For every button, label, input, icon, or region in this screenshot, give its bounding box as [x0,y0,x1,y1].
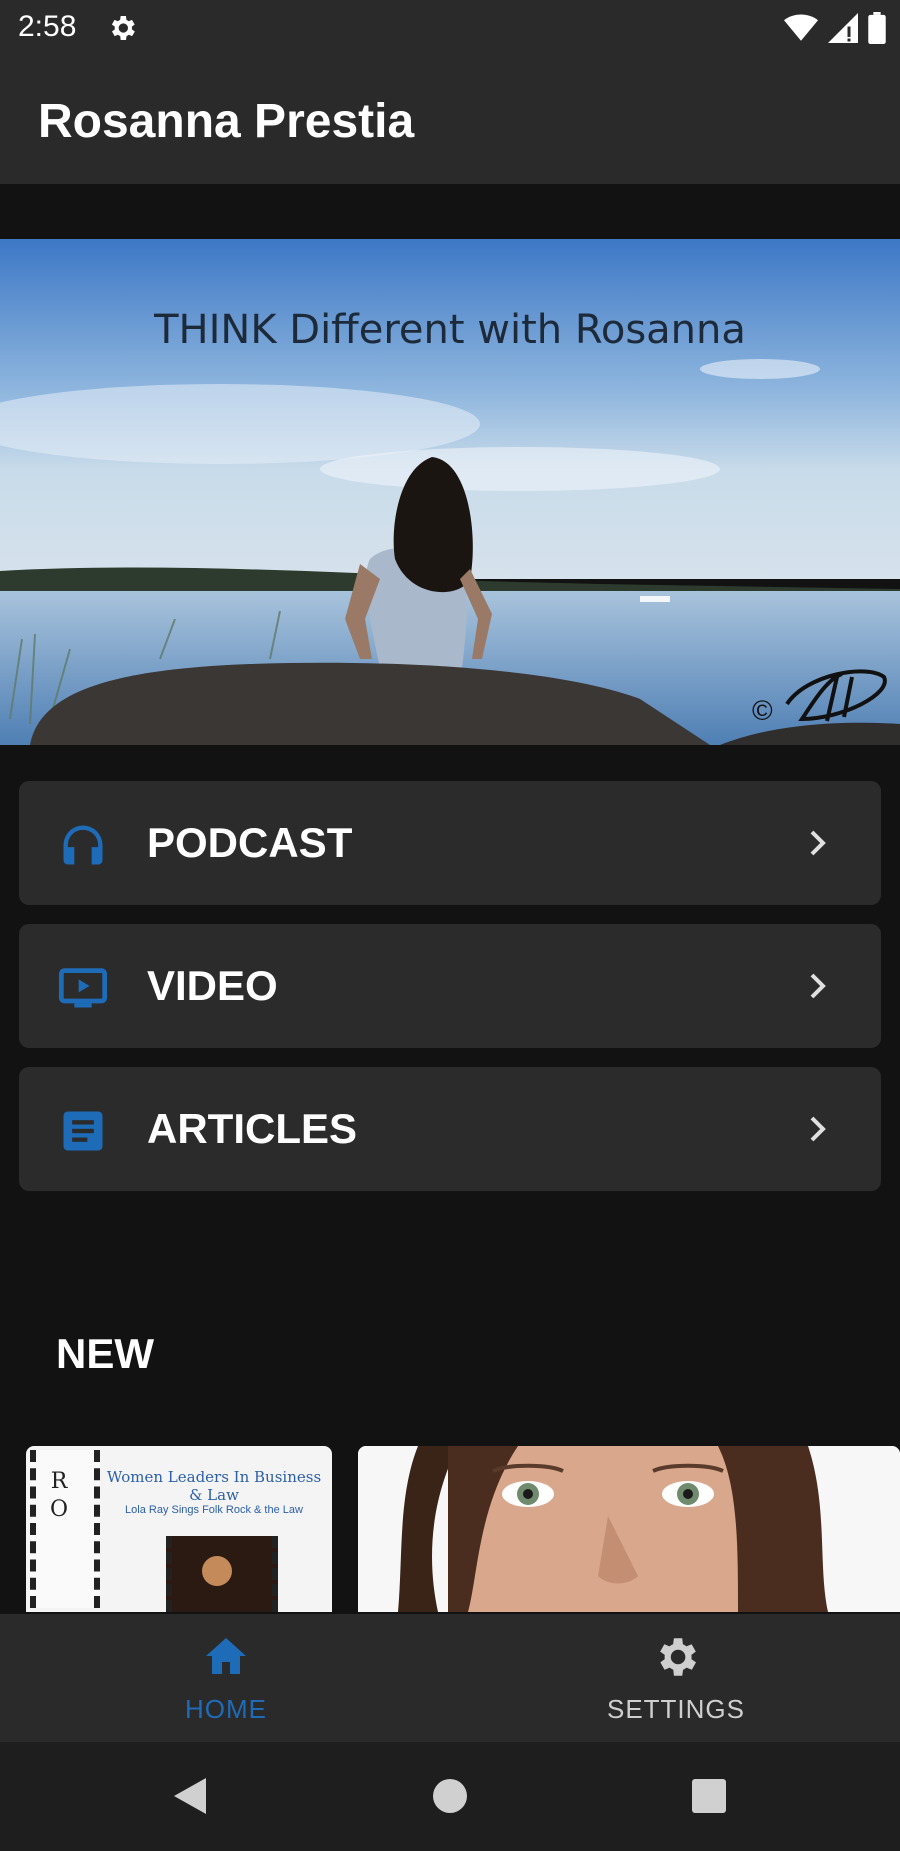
app-title: Rosanna Prestia [38,95,415,148]
signature-mark [785,669,887,722]
app-bar: Rosanna Prestia [0,58,900,184]
menu-item-video[interactable]: VIDEO [19,924,881,1048]
video-icon [58,968,108,1008]
home-icon [206,1638,246,1674]
article-icon [63,1111,103,1151]
filmstrip-logo: R O [30,1450,100,1608]
home-circle-icon[interactable] [431,1777,469,1815]
chevron-right-icon [810,1116,826,1142]
new-item-subtitle: Lola Ray Sings Folk Rock & the Law [125,1504,303,1516]
nav-label-settings: SETTINGS [606,1694,745,1724]
menu-item-podcast[interactable]: PODCAST [19,781,881,905]
logo-text: R O [49,1469,69,1522]
status-time: 2:58 [18,10,77,43]
portrait-thumbnail [358,1446,900,1612]
chevron-right-icon [810,830,826,856]
wifi-icon [784,14,818,41]
menu-item-articles[interactable]: ARTICLES [19,1067,881,1191]
hero-banner: THINK Different with Rosanna © [0,239,900,745]
status-bar: 2:58 [0,0,900,58]
new-item-title: Women Leaders In Business & Law [106,1468,322,1504]
headphones-icon [63,825,103,865]
film-thumbnail [166,1536,278,1612]
back-icon[interactable] [170,1774,210,1818]
system-nav-bar [0,1742,900,1851]
chevron-right-icon [810,973,826,999]
new-item-card[interactable]: R O Women Leaders In Business & Law Lola… [26,1446,332,1612]
hero-caption: THINK Different with Rosanna [154,307,746,353]
section-title-new: NEW [56,1330,154,1377]
nav-label-home: HOME [185,1694,267,1724]
battery-icon [868,12,886,44]
nav-home[interactable]: HOME [126,1632,326,1732]
menu-label-podcast: PODCAST [147,819,353,866]
menu-label-articles: ARTICLES [147,1105,357,1152]
settings-icon [111,16,135,40]
bottom-nav: HOME SETTINGS [0,1614,900,1742]
recents-icon[interactable] [690,1777,728,1815]
new-item-card[interactable] [358,1446,900,1612]
signal-icon [828,13,858,43]
status-icons [784,10,886,46]
nav-settings[interactable]: SETTINGS [576,1632,776,1732]
menu-label-video: VIDEO [147,962,278,1009]
gear-icon [660,1638,696,1676]
hero-signature: © [752,695,773,726]
